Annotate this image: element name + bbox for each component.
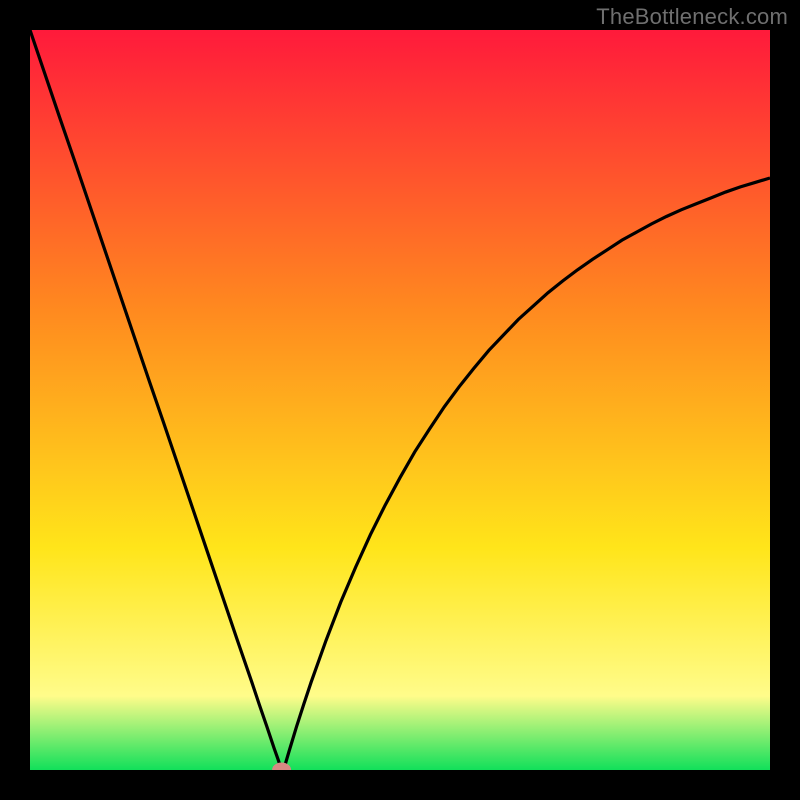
watermark-text: TheBottleneck.com bbox=[596, 4, 788, 30]
plot-area bbox=[30, 30, 770, 770]
background-gradient bbox=[30, 30, 770, 770]
chart-svg bbox=[30, 30, 770, 770]
chart-frame: TheBottleneck.com bbox=[0, 0, 800, 800]
